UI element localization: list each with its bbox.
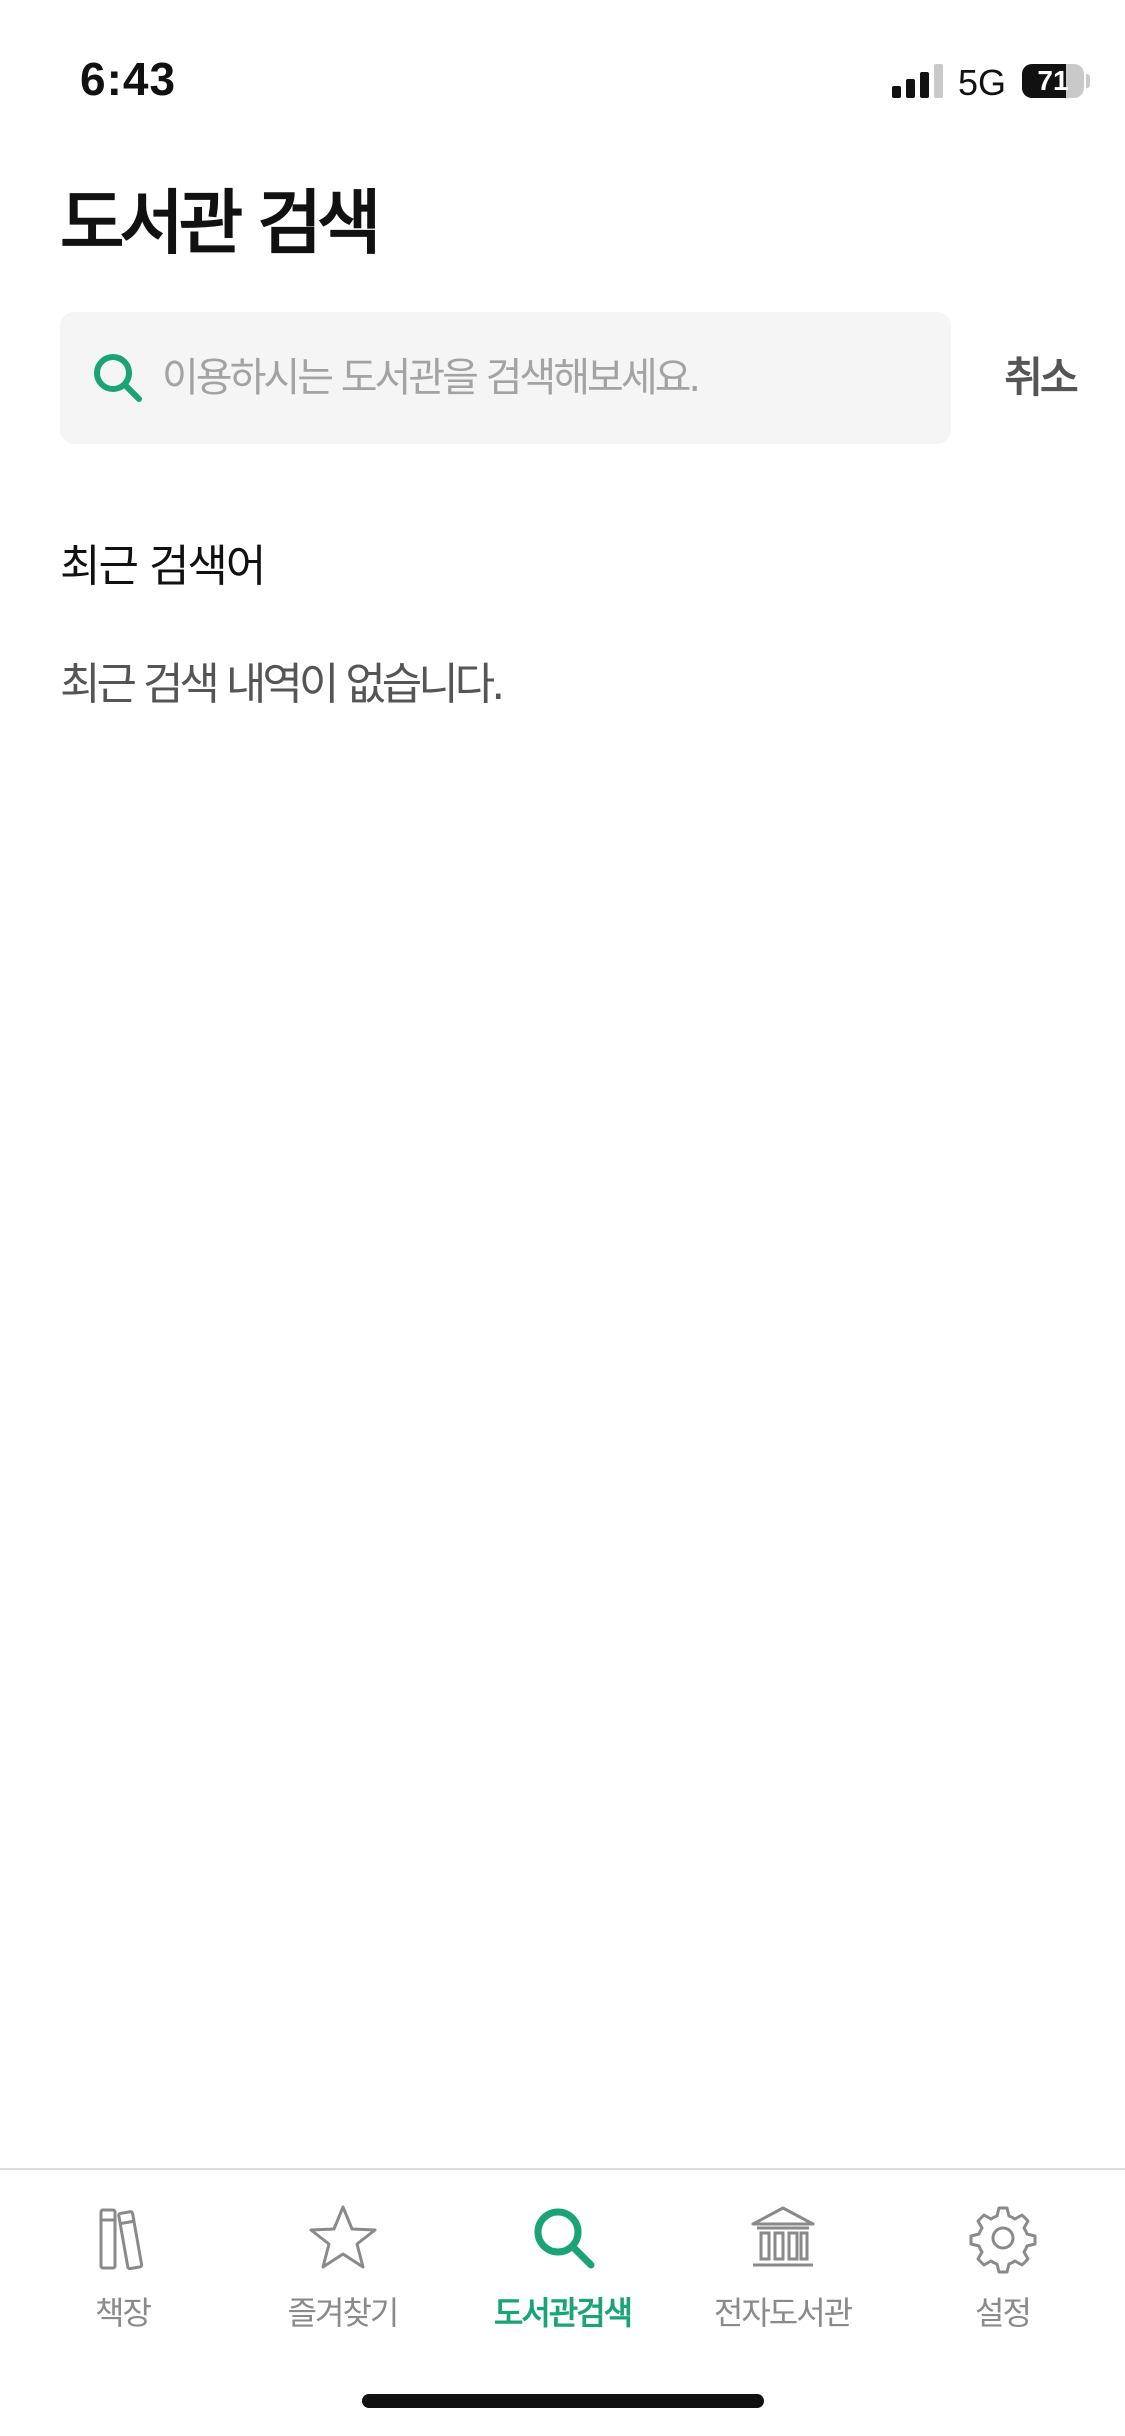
tab-label: 책장 bbox=[95, 2294, 152, 2332]
tab-favorites[interactable]: 즐겨찾기 bbox=[230, 2202, 455, 2352]
library-search-screen: 6:43 5G 71 도서관 검색 취소 최근 검색어 최근 검색 내역이 없습… bbox=[0, 0, 1125, 2436]
status-time: 6:43 bbox=[80, 53, 177, 105]
tab-label: 전자도서관 bbox=[713, 2294, 853, 2332]
recent-searches-empty-message: 최근 검색 내역이 없습니다. bbox=[60, 659, 505, 710]
battery-tip bbox=[1086, 74, 1090, 88]
search-icon bbox=[94, 354, 142, 402]
tab-e-library[interactable]: 전자도서관 bbox=[670, 2202, 895, 2352]
status-bar: 6:43 5G 71 bbox=[0, 0, 1125, 140]
tab-bookshelf[interactable]: 책장 bbox=[10, 2202, 235, 2352]
bookshelf-icon bbox=[99, 2208, 143, 2271]
home-indicator bbox=[362, 2394, 764, 2408]
tab-label: 도서관검색 bbox=[493, 2294, 633, 2332]
network-type: 5G bbox=[958, 62, 1007, 103]
cancel-button[interactable]: 취소 bbox=[985, 340, 1095, 416]
library-building-icon bbox=[751, 2206, 814, 2267]
battery-level: 71 bbox=[1037, 65, 1069, 96]
tab-label: 즐겨찾기 bbox=[287, 2294, 400, 2332]
page-title: 도서관 검색 bbox=[60, 182, 381, 264]
search-input[interactable] bbox=[162, 312, 932, 444]
tab-settings[interactable]: 설정 bbox=[890, 2202, 1115, 2352]
search-box[interactable] bbox=[60, 312, 951, 444]
signal-strength-icon bbox=[892, 64, 943, 98]
gear-icon bbox=[969, 2206, 1036, 2274]
recent-searches-heading: 최근 검색어 bbox=[60, 541, 266, 592]
star-icon bbox=[309, 2205, 376, 2269]
tab-library-search[interactable]: 도서관검색 bbox=[450, 2202, 675, 2352]
battery-icon: 71 bbox=[1022, 64, 1084, 98]
tab-label: 설정 bbox=[975, 2294, 1032, 2332]
search-icon bbox=[534, 2208, 594, 2269]
